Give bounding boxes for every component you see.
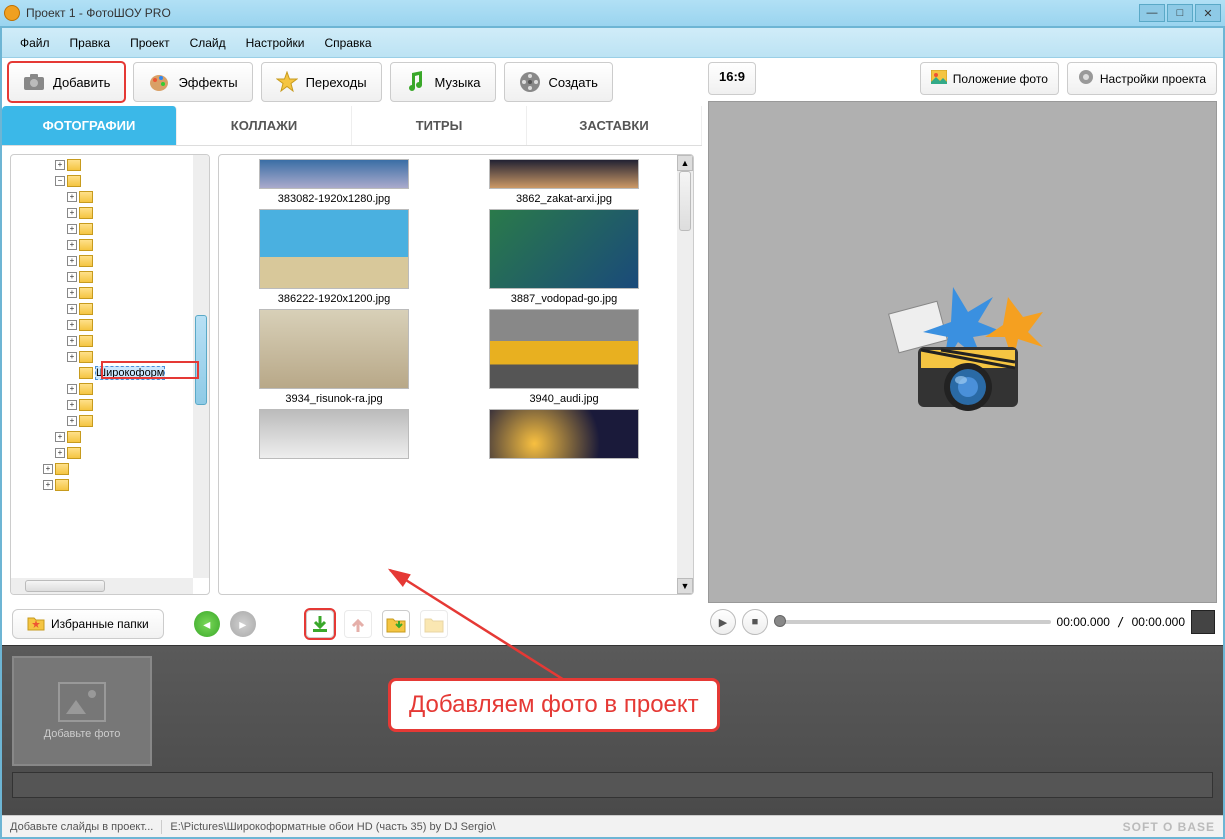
music-label: Музыка xyxy=(435,75,481,90)
browser-row: + − + + + + + + + + + + + Широкоформ xyxy=(2,146,702,603)
fullscreen-button[interactable] xyxy=(1191,610,1215,634)
annotation-text: Добавляем фото в проект xyxy=(409,691,699,718)
tree-hscrollbar[interactable] xyxy=(11,578,193,594)
image-icon xyxy=(931,70,947,87)
tab-photos[interactable]: ФОТОГРАФИИ xyxy=(2,106,177,145)
content-row: Добавить Эффекты Переходы xyxy=(2,58,1223,645)
window-title: Проект 1 - ФотоШОУ PRO xyxy=(26,6,1137,20)
preview-logo-icon xyxy=(873,277,1053,427)
transitions-label: Переходы xyxy=(306,75,367,90)
music-button[interactable]: Музыка xyxy=(390,62,496,102)
project-settings-button[interactable]: Настройки проекта xyxy=(1067,62,1217,95)
menu-edit[interactable]: Правка xyxy=(60,32,121,54)
favorites-label: Избранные папки xyxy=(51,617,149,631)
thumb-item[interactable]: 3940_audi.jpg xyxy=(453,309,675,405)
remove-from-project-button[interactable] xyxy=(344,610,372,638)
watermark: SOFT O BASE xyxy=(1123,820,1215,834)
thumb-label: 3934_risunok-ra.jpg xyxy=(223,393,445,405)
tab-collages[interactable]: КОЛЛАЖИ xyxy=(177,106,352,145)
gear-icon xyxy=(1078,69,1094,88)
thumb-item[interactable]: 386222-1920x1200.jpg xyxy=(223,209,445,305)
photo-position-label: Положение фото xyxy=(953,72,1048,86)
thumb-vscrollbar[interactable]: ▲ ▼ xyxy=(677,155,693,594)
close-button[interactable]: ✕ xyxy=(1195,4,1221,22)
left-panel: Добавить Эффекты Переходы xyxy=(2,58,702,645)
minimize-button[interactable]: — xyxy=(1139,4,1165,22)
annotation-callout: Добавляем фото в проект xyxy=(388,678,720,732)
status-path: E:\Pictures\Широкоформатные обои HD (час… xyxy=(170,821,495,833)
thumb-item[interactable] xyxy=(453,409,675,463)
tab-intros[interactable]: ЗАСТАВКИ xyxy=(527,106,702,145)
main-toolbar: Добавить Эффекты Переходы xyxy=(2,58,702,106)
thumb-item[interactable]: 3862_zakat-arxi.jpg xyxy=(453,159,675,205)
add-to-project-button[interactable] xyxy=(306,610,334,638)
tab-titles[interactable]: ТИТРЫ xyxy=(352,106,527,145)
add-button[interactable]: Добавить xyxy=(8,62,125,102)
menu-slide[interactable]: Слайд xyxy=(180,32,236,54)
thumb-item[interactable]: 383082-1920x1280.jpg xyxy=(223,159,445,205)
music-icon xyxy=(405,71,427,93)
right-panel: 16:9 Положение фото Настройки проекта xyxy=(702,58,1223,645)
add-label: Добавить xyxy=(53,75,110,90)
star-icon xyxy=(276,71,298,93)
thumb-item[interactable] xyxy=(223,409,445,463)
titlebar: Проект 1 - ФотоШОУ PRO — □ ✕ xyxy=(0,0,1225,26)
reel-icon xyxy=(519,71,541,93)
status-hint: Добавьте слайды в проект... xyxy=(10,821,153,833)
add-slide-placeholder[interactable]: Добавьте фото xyxy=(12,656,152,766)
thumbnail-pane[interactable]: 383082-1920x1280.jpg 3862_zakat-arxi.jpg… xyxy=(218,154,694,595)
thumb-item[interactable]: 3934_risunok-ra.jpg xyxy=(223,309,445,405)
thumb-label: 383082-1920x1280.jpg xyxy=(223,193,445,205)
palette-icon xyxy=(148,71,170,93)
folder-highlight-annotation xyxy=(101,361,199,379)
menu-help[interactable]: Справка xyxy=(314,32,381,54)
playback-row: ▶ ■ 00:00.000 / 00:00.000 xyxy=(708,603,1217,641)
menu-settings[interactable]: Настройки xyxy=(236,32,315,54)
thumb-item[interactable]: 3887_vodopad-go.jpg xyxy=(453,209,675,305)
project-settings-label: Настройки проекта xyxy=(1100,72,1206,86)
create-button[interactable]: Создать xyxy=(504,62,613,102)
thumb-label: 3862_zakat-arxi.jpg xyxy=(453,193,675,205)
maximize-button[interactable]: □ xyxy=(1167,4,1193,22)
folder-tree[interactable]: + − + + + + + + + + + + + Широкоформ xyxy=(10,154,210,595)
effects-button[interactable]: Эффекты xyxy=(133,62,252,102)
menu-project[interactable]: Проект xyxy=(120,32,180,54)
playback-slider[interactable] xyxy=(774,620,1051,624)
preview-area xyxy=(708,101,1217,603)
add-slide-label: Добавьте фото xyxy=(44,728,121,740)
aspect-ratio-button[interactable]: 16:9 xyxy=(708,62,756,95)
stop-button[interactable]: ■ xyxy=(742,609,768,635)
effects-label: Эффекты xyxy=(178,75,237,90)
statusbar: Добавьте слайды в проект... E:\Pictures\… xyxy=(2,815,1223,837)
nav-back-button[interactable]: ◂ xyxy=(194,611,220,637)
play-button[interactable]: ▶ xyxy=(710,609,736,635)
audio-track[interactable] xyxy=(12,772,1213,798)
thumb-label: 386222-1920x1200.jpg xyxy=(223,293,445,305)
camera-icon xyxy=(23,71,45,93)
thumb-label: 3940_audi.jpg xyxy=(453,393,675,405)
time-display: 00:00.000 / 00:00.000 xyxy=(1057,615,1185,629)
thumb-label: 3887_vodopad-go.jpg xyxy=(453,293,675,305)
favorites-button[interactable]: Избранные папки xyxy=(12,609,164,639)
transitions-button[interactable]: Переходы xyxy=(261,62,382,102)
nav-forward-button[interactable]: ▸ xyxy=(230,611,256,637)
remove-all-button[interactable] xyxy=(420,610,448,638)
create-label: Создать xyxy=(549,75,598,90)
app-icon xyxy=(4,5,20,21)
photo-position-button[interactable]: Положение фото xyxy=(920,62,1059,95)
image-placeholder-icon xyxy=(58,682,106,722)
folder-star-icon xyxy=(27,615,45,634)
menu-file[interactable]: Файл xyxy=(10,32,60,54)
action-row: Избранные папки ◂ ▸ xyxy=(2,603,702,645)
tab-row: ФОТОГРАФИИ КОЛЛАЖИ ТИТРЫ ЗАСТАВКИ xyxy=(2,106,702,146)
menubar: Файл Правка Проект Слайд Настройки Справ… xyxy=(2,28,1223,58)
add-all-button[interactable] xyxy=(382,610,410,638)
